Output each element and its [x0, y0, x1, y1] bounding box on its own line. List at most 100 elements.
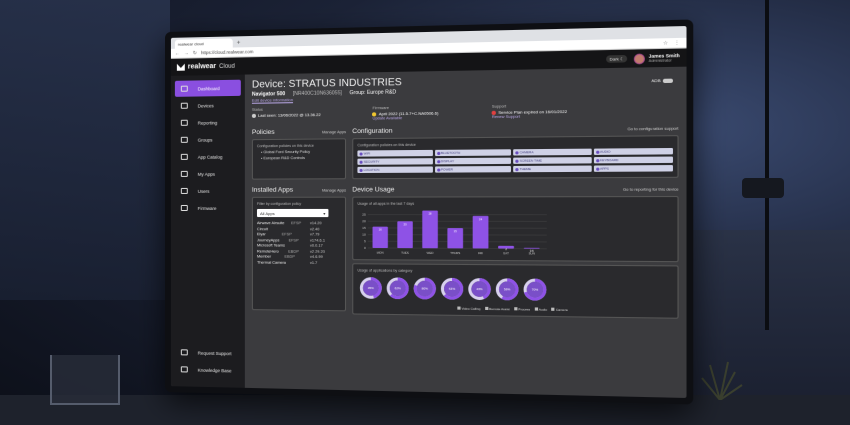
configuration-chip[interactable]: LOCATION	[357, 166, 432, 173]
x-tick-label: SAT	[503, 251, 509, 255]
sidebar-item-dashboard[interactable]: Dashboard	[175, 80, 241, 97]
app-ver: v0.0.17	[310, 244, 341, 248]
app-ver: v174.6.1	[310, 238, 341, 242]
user-menu[interactable]: James Smith Administrator	[634, 52, 680, 64]
legend-entry: Process	[514, 307, 530, 311]
new-tab-icon[interactable]: +	[237, 39, 241, 47]
configuration-support-link[interactable]: Go to configuration support	[627, 127, 678, 132]
manage-policies-link[interactable]: Manage Apps	[322, 130, 346, 134]
sidebar-item-my-apps[interactable]: My Apps	[175, 166, 241, 182]
sidebar-item-request-support[interactable]: Request Support	[175, 344, 241, 361]
background-pen-holder	[50, 355, 120, 405]
list-item[interactable]: RemoteHero EBDP v2.29.20	[257, 249, 341, 253]
background-lamp-head	[742, 178, 784, 198]
legend-entry: Camera	[552, 308, 568, 312]
app-ver: v2.29.20	[310, 249, 341, 253]
list-item[interactable]: Elyar EFSP v7.79	[257, 232, 341, 236]
setting-icon	[437, 160, 440, 163]
app-name: Member	[257, 255, 271, 259]
sidebar-item-devices[interactable]: Devices	[175, 97, 241, 114]
configuration-chip[interactable]: SCREEN TIME	[513, 157, 591, 164]
manage-apps-link[interactable]: Manage Apps	[322, 188, 346, 192]
list-item[interactable]: JourneyApps EFSP v174.6.1	[257, 238, 341, 242]
list-item[interactable]: Circuit v2.40	[257, 227, 341, 231]
configuration-chip[interactable]: POWER	[435, 166, 511, 173]
x-tick-label: SUN	[529, 251, 535, 255]
configuration-chip[interactable]: BLUETOOTH	[435, 149, 511, 156]
list-item[interactable]: Thermal Camera v1.7	[257, 260, 341, 265]
sidebar-item-knowledge-base[interactable]: Knowledge Base	[175, 361, 241, 378]
firmware-block: Firmware April 2022 (11.5.7+C.NA0506.6) …	[372, 105, 438, 120]
chevron-down-icon: ▾	[323, 210, 325, 215]
user-role: Administrator	[649, 58, 680, 63]
app-src	[283, 227, 295, 231]
x-tick-label: FRI	[478, 251, 483, 255]
adb-label: ADB	[651, 78, 660, 83]
firmware-label: Firmware	[372, 105, 438, 110]
donut-label: 43%	[476, 287, 483, 291]
policy-item[interactable]: • Global Ford Security Policy	[257, 150, 341, 155]
realwear-logo[interactable]: realwear Cloud	[177, 63, 235, 71]
app-name: Microsoft Teams	[257, 243, 285, 247]
sidebar-item-reporting[interactable]: Reporting	[175, 114, 241, 131]
bar[interactable]	[524, 248, 540, 249]
dark-toggle-label: Dark	[609, 56, 618, 61]
knowledge-icon	[181, 366, 188, 372]
y-tick-label: 5	[364, 239, 366, 243]
configuration-chip[interactable]: THEME	[513, 166, 591, 173]
background-lamp	[765, 0, 769, 330]
sidebar-item-app-catalog[interactable]: App Catalog	[175, 148, 241, 165]
sidebar-item-firmware[interactable]: Firmware	[175, 200, 241, 216]
avatar	[634, 53, 645, 64]
logo-suffix: Cloud	[219, 63, 235, 69]
usage-bar-chart: 051015202516MON20TUES28WED15THURS24FRI2S…	[357, 206, 549, 256]
donut-label: 70%	[532, 287, 539, 291]
dark-mode-toggle[interactable]: Dark ☾	[606, 55, 627, 63]
policies-card: Configuration policies on this device • …	[252, 138, 346, 179]
adb-toggle[interactable]: ADB	[651, 78, 673, 84]
policy-name: Global Ford Security Policy	[263, 150, 310, 154]
update-available-link[interactable]: Update Available	[372, 116, 438, 121]
list-item[interactable]: Microsoft Teams v0.0.17	[257, 243, 341, 247]
firmware-icon	[181, 205, 188, 211]
forward-icon[interactable]: →	[184, 50, 189, 56]
app-name: Airwave Airsuite	[257, 221, 284, 225]
legend-entry: Video Calling	[457, 307, 480, 311]
y-tick-label: 0	[364, 246, 366, 250]
chip-label: THEME	[520, 167, 531, 171]
device-serial: [NR400C10N636055]	[293, 90, 342, 97]
bar[interactable]	[422, 211, 438, 249]
app-name: Elyar	[257, 232, 266, 236]
renew-support-link[interactable]: Renew Support	[492, 114, 567, 119]
app-name: Thermal Camera	[257, 260, 286, 264]
sidebar-item-label: Dashboard	[198, 86, 220, 91]
list-item[interactable]: Member EBDP v4.6.99	[257, 255, 341, 260]
sidebar-item-users[interactable]: Users	[175, 183, 241, 199]
configuration-chip[interactable]: KEYBOARD	[593, 157, 673, 164]
configuration-chip[interactable]: WIFI	[357, 150, 432, 157]
configuration-chip[interactable]: SECURITY	[357, 158, 432, 165]
sidebar-item-label: My Apps	[198, 171, 215, 176]
reload-icon[interactable]: ↻	[193, 50, 197, 56]
reporting-icon	[181, 120, 188, 126]
adb-switch[interactable]	[663, 78, 673, 82]
configuration-chip[interactable]: APPS	[593, 165, 673, 172]
back-icon[interactable]: ←	[175, 50, 180, 56]
policies-title: Policies	[252, 129, 275, 136]
browser-tab[interactable]: realwear cloud	[175, 38, 233, 48]
reporting-link[interactable]: Go to reporting for this device	[623, 187, 679, 191]
configuration-chip[interactable]: DISPLAY	[435, 158, 511, 165]
configuration-chip[interactable]: AUDIO	[593, 148, 673, 155]
browser-menu-icon[interactable]: ☆ ⋮	[663, 39, 682, 46]
monitor: realwear cloud + ← → ↻ https://cloud.rea…	[165, 19, 693, 404]
app-src: EBDP	[284, 255, 296, 259]
list-item[interactable]: Airwave Airsuite EFSP v14.20	[257, 221, 341, 225]
logo-text: realwear	[188, 63, 216, 71]
sidebar-item-groups[interactable]: Groups	[175, 131, 241, 148]
devices-icon	[181, 103, 188, 109]
policy-filter-select[interactable]: All Apps ▾	[257, 209, 328, 217]
policy-item[interactable]: • European R&D Controls	[257, 156, 341, 161]
main-content: Device: STRATUS INDUSTRIES Navigator 500…	[245, 67, 687, 398]
configuration-chip[interactable]: CAMERA	[513, 149, 591, 156]
chip-label: DISPLAY	[441, 159, 454, 163]
